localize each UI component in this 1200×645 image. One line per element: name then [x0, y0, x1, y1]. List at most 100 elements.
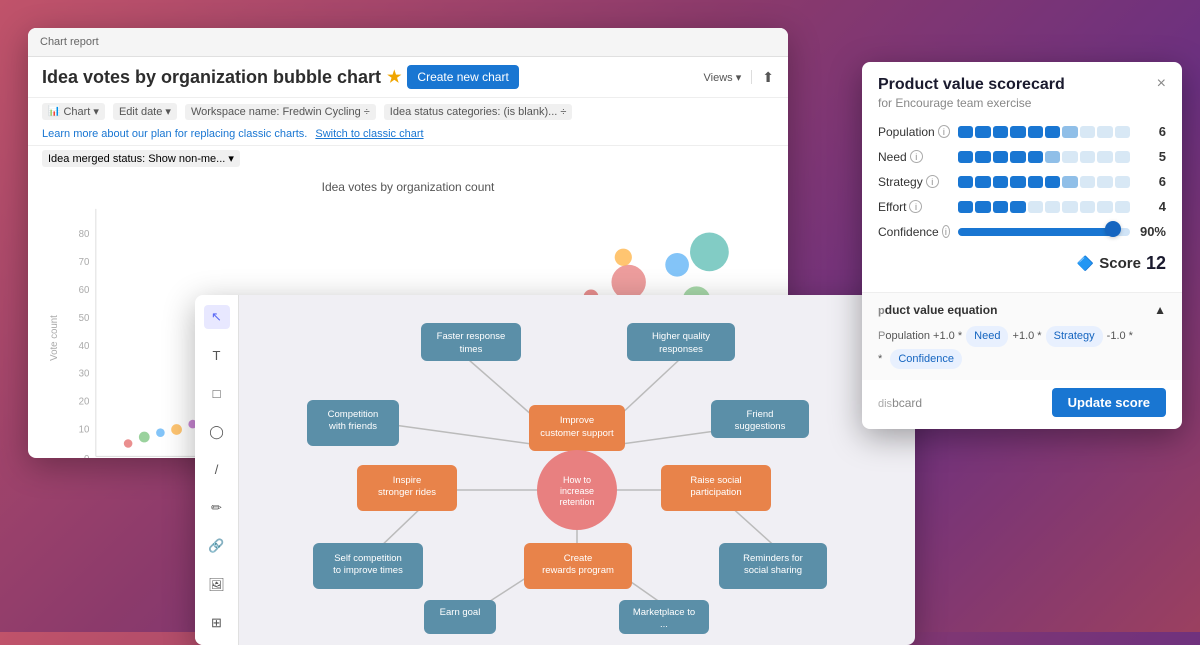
need-row: Need i 5 [878, 149, 1166, 164]
confidence-slider[interactable] [958, 225, 1130, 239]
nseg-5 [1028, 151, 1043, 163]
svg-text:with friends: with friends [328, 421, 377, 432]
svg-text:Friend: Friend [747, 409, 774, 420]
confidence-tag: Confidence [890, 349, 962, 370]
pencil-tool[interactable]: ✏ [204, 496, 230, 520]
equation-header: pduct value equation ▲ [878, 303, 1166, 317]
sseg-10 [1115, 176, 1130, 188]
sseg-4 [1010, 176, 1025, 188]
need-value: 5 [1138, 149, 1166, 164]
seg-9 [1097, 126, 1112, 138]
svg-text:70: 70 [79, 257, 90, 268]
svg-text:Improve: Improve [560, 415, 594, 426]
discard-link[interactable]: disbcard [878, 396, 922, 410]
nseg-3 [993, 151, 1008, 163]
share-icon[interactable]: ⬆ [762, 69, 774, 86]
nseg-6 [1045, 151, 1060, 163]
svg-text:Reminders for: Reminders for [743, 553, 803, 564]
population-info-icon[interactable]: i [938, 125, 950, 138]
svg-text:Self competition: Self competition [334, 553, 402, 564]
idea-merged-toolbar-item[interactable]: Idea merged status: Show non-me... ▾ [42, 150, 240, 167]
strategy-row: Strategy i 6 [878, 174, 1166, 189]
line-tool[interactable]: / [204, 458, 230, 482]
population-bar [958, 126, 1130, 138]
score-total: 🔷 Score 12 [878, 249, 1166, 280]
update-score-button[interactable]: Update score [1052, 388, 1166, 417]
views-button[interactable]: Views ▾ [704, 71, 742, 84]
divider [751, 70, 752, 84]
equation-title: pduct value equation [878, 303, 997, 317]
need-info-icon[interactable]: i [910, 150, 923, 163]
confidence-info-icon[interactable]: i [942, 225, 950, 238]
effort-value: 4 [1138, 199, 1166, 214]
svg-text:retention: retention [559, 497, 594, 507]
link-tool[interactable]: 🔗 [204, 534, 230, 558]
circle-tool[interactable]: ◯ [204, 420, 230, 444]
svg-text:Earn goal: Earn goal [440, 607, 481, 618]
svg-text:Raise social: Raise social [690, 475, 741, 486]
confidence-fill [958, 228, 1113, 236]
svg-text:Create: Create [564, 553, 593, 564]
scorecard-window: Product value scorecard for Encourage te… [862, 62, 1182, 429]
svg-text:Faster response: Faster response [437, 331, 506, 342]
seg-10 [1115, 126, 1130, 138]
equation-collapse-icon[interactable]: ▲ [1154, 303, 1166, 317]
chart-toolbar-workspace[interactable]: Workspace name: Fredwin Cycling ÷ [185, 104, 376, 120]
strategy-info-icon[interactable]: i [926, 175, 939, 188]
cursor-tool[interactable]: ↖ [204, 305, 230, 329]
eseg-1 [958, 201, 973, 213]
effort-info-icon[interactable]: i [909, 200, 922, 213]
svg-text:stronger rides: stronger rides [378, 487, 436, 498]
svg-text:30: 30 [79, 369, 90, 380]
svg-text:increase: increase [560, 486, 594, 496]
sseg-8 [1080, 176, 1095, 188]
confidence-label: Confidence i [878, 225, 950, 239]
nseg-2 [975, 151, 990, 163]
chart-report-label: Chart report [40, 36, 99, 48]
population-row: Population i 6 [878, 124, 1166, 139]
scorecard-body: Population i 6 Need i [862, 116, 1182, 292]
nseg-7 [1062, 151, 1077, 163]
svg-text:10: 10 [79, 425, 90, 436]
confidence-value: 90% [1138, 224, 1166, 239]
eseg-5 [1028, 201, 1043, 213]
chart-title: Idea votes by organization bubble chart … [42, 65, 519, 89]
scorecard-subtitle: for Encourage team exercise [878, 96, 1065, 110]
image-tool[interactable]: 🖼 [204, 573, 230, 597]
sseg-5 [1028, 176, 1043, 188]
svg-text:Marketplace to: Marketplace to [633, 607, 695, 618]
eseg-9 [1097, 201, 1112, 213]
classic-link[interactable]: Switch to classic chart [315, 128, 423, 140]
idea-status-label: Idea status categories: (is blank)... ÷ [390, 106, 567, 118]
seg-3 [993, 126, 1008, 138]
sseg-6 [1045, 176, 1060, 188]
svg-text:...: ... [660, 619, 668, 630]
confidence-thumb[interactable] [1105, 221, 1121, 237]
seg-4 [1010, 126, 1025, 138]
chart-titlebar: Chart report [28, 28, 788, 57]
chart-toolbar-edit-date[interactable]: Edit date ▾ [113, 103, 177, 120]
star-icon: ★ [387, 67, 401, 87]
close-button[interactable]: × [1157, 76, 1166, 92]
mindmap-toolbar: ↖ T □ ◯ / ✏ 🔗 🖼 ⊞ [195, 295, 239, 645]
scorecard-footer: disbcard Update score [862, 380, 1182, 429]
svg-text:participation: participation [690, 487, 741, 498]
population-label: Population i [878, 125, 950, 139]
effort-label: Effort i [878, 200, 950, 214]
sseg-2 [975, 176, 990, 188]
text-tool[interactable]: T [204, 343, 230, 367]
learn-more-link[interactable]: Learn more about our plan for replacing … [42, 128, 307, 140]
views-label: Views ▾ [704, 71, 742, 84]
value-equation-section: pduct value equation ▲ Population +1.0 *… [862, 292, 1182, 380]
strategy-tag: Strategy [1046, 326, 1103, 347]
create-chart-button[interactable]: Create new chart [407, 65, 518, 89]
chart-toolbar-idea-status[interactable]: Idea status categories: (is blank)... ÷ [384, 104, 573, 120]
rect-tool[interactable]: □ [204, 381, 230, 405]
chart-toolbar-chart[interactable]: 📊 Chart ▾ [42, 103, 105, 120]
nseg-10 [1115, 151, 1130, 163]
svg-text:Higher quality: Higher quality [652, 331, 710, 342]
svg-text:Competition: Competition [328, 409, 379, 420]
need-tag: Need [966, 326, 1008, 347]
table-tool[interactable]: ⊞ [204, 611, 230, 635]
svg-text:to improve times: to improve times [333, 565, 403, 576]
